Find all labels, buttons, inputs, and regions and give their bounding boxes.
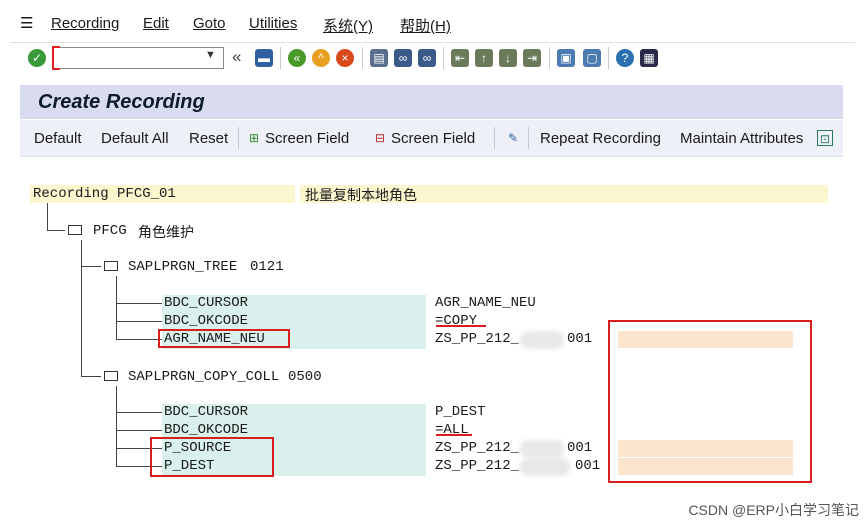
previous-page-icon[interactable]: ↑	[475, 49, 493, 67]
toolbar-separator	[494, 127, 495, 149]
tree-connector	[47, 203, 48, 230]
field-name: BDC_OKCODE	[164, 422, 249, 438]
reset-button[interactable]: Reset	[189, 130, 228, 147]
tree-connector	[116, 339, 162, 340]
tree-connector	[81, 266, 101, 267]
collapse-icon[interactable]: «	[232, 47, 241, 67]
recording-description: 批量复制本地角色	[305, 187, 417, 203]
last-page-icon[interactable]: ⇥	[523, 49, 541, 67]
red-box-annotation	[608, 320, 812, 483]
tree-connector	[116, 412, 162, 413]
folder-icon[interactable]	[104, 261, 118, 271]
field-value: ZS_PP_212_	[435, 458, 520, 474]
exit-icon[interactable]: ^	[312, 49, 330, 67]
field-name: BDC_CURSOR	[164, 404, 249, 420]
screen-dynpro: 0500	[288, 369, 322, 385]
toolbar-separator	[280, 47, 281, 69]
field-value: ZS_PP_212_	[435, 440, 520, 456]
first-page-icon[interactable]: ⇤	[451, 49, 469, 67]
maintain-attributes-button[interactable]: Maintain Attributes	[680, 130, 803, 147]
tree-connector	[81, 376, 101, 377]
cancel-icon[interactable]: ×	[336, 49, 354, 67]
default-all-button[interactable]: Default All	[101, 130, 169, 147]
find-next-icon[interactable]: ∞	[418, 49, 436, 67]
customize-layout-icon[interactable]: ▦	[640, 49, 658, 67]
field-value-suffix: 001	[575, 458, 601, 474]
command-field-focus	[52, 46, 60, 70]
menu-recording[interactable]: Recording	[51, 15, 119, 32]
screen-dynpro: 0121	[250, 259, 284, 275]
field-value: P_DEST	[435, 404, 486, 420]
screen-program[interactable]: SAPLPRGN_COPY_COLL	[128, 369, 279, 385]
red-box-annotation	[150, 437, 274, 477]
menu-utilities[interactable]: Utilities	[249, 15, 297, 32]
field-value-suffix: 001	[567, 331, 593, 347]
tree-connector	[47, 230, 65, 231]
transaction-code[interactable]: PFCG	[93, 223, 127, 239]
redacted-text	[520, 440, 564, 458]
red-underline-annotation	[436, 434, 472, 436]
more-actions-icon[interactable]: ⊡	[817, 130, 833, 146]
field-value: ZS_PP_212_	[435, 331, 520, 347]
toolbar-separator	[608, 47, 609, 69]
delete-screen-field-button[interactable]: Screen Field	[391, 130, 475, 147]
tree-connector	[116, 321, 162, 322]
red-underline-annotation	[436, 325, 486, 327]
insert-screen-field-button[interactable]: Screen Field	[265, 130, 349, 147]
command-field[interactable]	[52, 47, 224, 69]
field-name: BDC_CURSOR	[164, 295, 249, 311]
menu-system[interactable]: 系统(Y)	[323, 15, 373, 36]
tree-connector	[116, 276, 117, 339]
watermark: CSDN @ERP小白学习笔记	[688, 502, 859, 518]
redacted-text	[520, 458, 570, 476]
recording-name: Recording PFCG_01	[33, 186, 176, 202]
save-icon[interactable]: ▬	[255, 49, 273, 67]
tree-connector	[116, 430, 162, 431]
toolbar-separator	[528, 127, 529, 149]
menu-goto[interactable]: Goto	[193, 15, 226, 32]
help-icon[interactable]: ?	[616, 49, 634, 67]
toolbar-separator	[238, 127, 239, 149]
folder-icon[interactable]	[68, 225, 82, 235]
print-icon[interactable]: ▤	[370, 49, 388, 67]
chevron-down-icon[interactable]: ▼	[205, 49, 216, 61]
toolbar-separator	[549, 47, 550, 69]
transaction-text: 角色维护	[138, 224, 194, 240]
back-icon[interactable]: «	[288, 49, 306, 67]
menu-help[interactable]: 帮助(H)	[400, 15, 451, 36]
field-value: AGR_NAME_NEU	[435, 295, 536, 311]
redacted-text	[520, 331, 564, 349]
red-box-annotation	[158, 329, 290, 348]
next-page-icon[interactable]: ↓	[499, 49, 517, 67]
screen-program[interactable]: SAPLPRGN_TREE	[128, 259, 237, 275]
field-name: BDC_OKCODE	[164, 313, 249, 329]
tree-connector	[116, 386, 117, 467]
window-menu-icon[interactable]: ☰	[20, 14, 33, 32]
tree-connector	[81, 240, 82, 376]
tree-connector	[116, 303, 162, 304]
menu-edit[interactable]: Edit	[143, 15, 169, 32]
toolbar-separator	[443, 47, 444, 69]
insert-field-icon[interactable]: ⊞	[246, 130, 262, 146]
edit-pencil-icon[interactable]: ✎	[505, 130, 521, 146]
toolbar-separator	[362, 47, 363, 69]
shortcut-icon[interactable]: ▢	[583, 49, 601, 67]
check-icon[interactable]: ✓	[28, 49, 46, 67]
default-button[interactable]: Default	[34, 130, 82, 147]
field-value-suffix: 001	[567, 440, 593, 456]
folder-icon[interactable]	[104, 371, 118, 381]
page-title: Create Recording	[38, 91, 205, 113]
create-session-icon[interactable]: ▣	[557, 49, 575, 67]
delete-field-icon[interactable]: ⊟	[372, 130, 388, 146]
repeat-recording-button[interactable]: Repeat Recording	[540, 130, 661, 147]
find-icon[interactable]: ∞	[394, 49, 412, 67]
